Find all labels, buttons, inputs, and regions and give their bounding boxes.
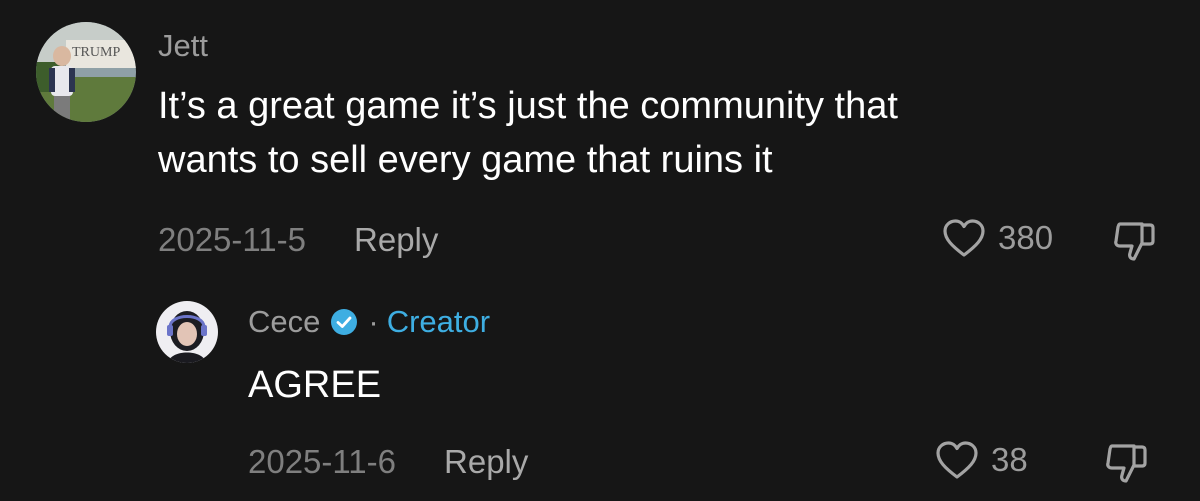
reply-meta: 2025-11-6 Reply (248, 442, 528, 482)
thumbs-down-icon (1106, 444, 1147, 483)
creator-avatar-photo (156, 301, 218, 363)
comment-text: It’s a great game it’s just the communit… (158, 85, 898, 181)
reply-date: 2025-11-6 (248, 443, 397, 480)
avatar-sign-text: TRUMP (72, 45, 120, 60)
reply-button[interactable]: Reply (354, 220, 438, 260)
author-name[interactable]: Jett (158, 28, 208, 64)
reply-text: AGREE (248, 364, 382, 406)
avatar-photo: TRUMP (36, 22, 136, 122)
user-avatar[interactable]: TRUMP (36, 22, 136, 122)
author-line: Cece · Creator (248, 304, 490, 340)
like-count: 380 (998, 219, 1054, 256)
dislike-button[interactable] (1104, 441, 1148, 490)
creator-avatar[interactable] (156, 301, 218, 363)
comment-item: TRUMP Jett It’s a great game it’s just t… (0, 0, 1200, 290)
author-name[interactable]: Cece (248, 304, 320, 340)
like-button[interactable]: 38 (935, 440, 1028, 480)
heart-icon (943, 219, 985, 257)
heart-icon (936, 441, 978, 479)
dislike-button[interactable] (1112, 219, 1156, 268)
verified-badge-icon (331, 309, 358, 335)
author-line: Jett (158, 28, 208, 64)
comment-meta: 2025-11-5 Reply (158, 220, 438, 260)
creator-label: Creator (386, 304, 491, 339)
reply-item: Cece · Creator AGREE 2025-11-6 Reply 38 (0, 290, 1200, 501)
reply-button[interactable]: Reply (444, 442, 528, 482)
like-count: 38 (991, 441, 1028, 478)
separator-dot: · (368, 304, 379, 339)
like-button[interactable]: 380 (942, 218, 1053, 258)
comment-date: 2025-11-5 (158, 221, 307, 258)
thumbs-down-icon (1114, 222, 1155, 261)
